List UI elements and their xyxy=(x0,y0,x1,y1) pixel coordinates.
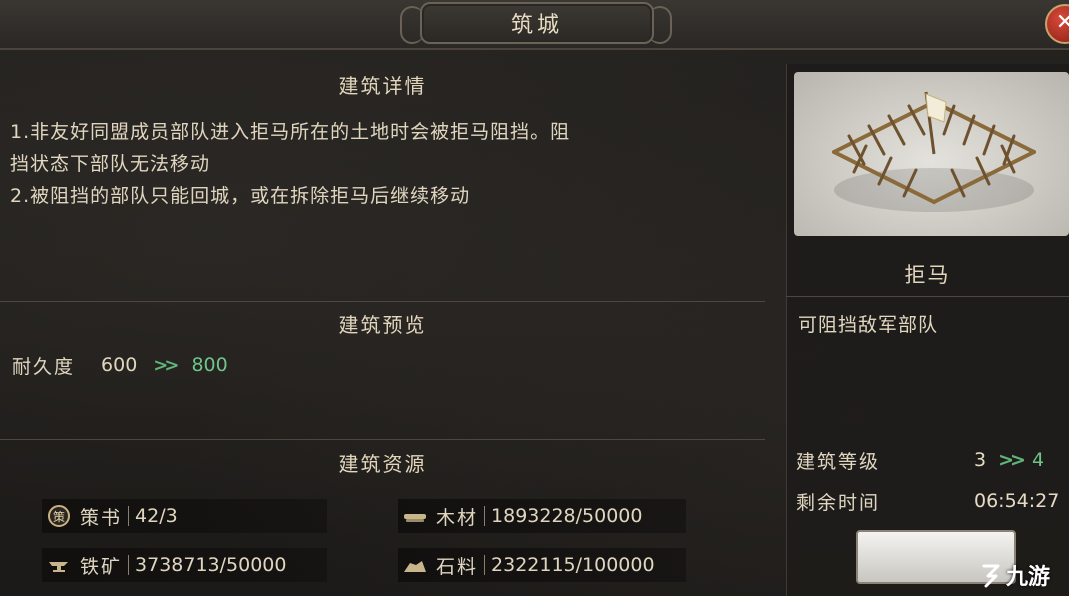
resources-header: 建筑资源 xyxy=(338,451,427,476)
durability-next: 800 xyxy=(191,354,228,376)
building-level-row: 建筑等级 3 >> 4 xyxy=(796,443,1069,477)
level-label: 建筑等级 xyxy=(796,450,881,473)
resource-wood: 木材 1893228/50000 xyxy=(398,499,686,533)
watermark: 九游 xyxy=(978,558,1050,592)
building-name: 拒马 xyxy=(786,252,1069,297)
svg-text:策: 策 xyxy=(53,510,65,524)
separator xyxy=(128,555,130,575)
remaining-value: 06:54:27 xyxy=(974,490,1060,512)
level-values: 3 >> 4 xyxy=(974,449,1044,471)
details-header: 建筑详情 xyxy=(338,73,427,98)
wood-log-icon xyxy=(402,503,428,529)
upgrade-arrow-icon: >> xyxy=(153,354,179,376)
resource-stone: 石料 2322115/100000 xyxy=(398,548,686,582)
book-seal-icon: 策 xyxy=(46,503,72,529)
resource-value: 42/3 xyxy=(135,505,178,527)
durability-row: 耐久度 600 >> 800 xyxy=(12,350,228,380)
watermark-text: 九游 xyxy=(1006,565,1051,590)
remaining-time-row: 剩余时间 06:54:27 xyxy=(796,484,1069,518)
resource-label: 木材 xyxy=(436,506,479,529)
durability-current: 600 xyxy=(101,354,138,376)
resource-value: 1893228/50000 xyxy=(491,505,643,527)
durability-label: 耐久度 xyxy=(12,355,76,378)
level-current: 3 xyxy=(974,449,987,471)
separator xyxy=(128,506,130,526)
stone-icon xyxy=(402,552,428,578)
building-preview-image xyxy=(794,72,1069,236)
preview-header: 建筑预览 xyxy=(338,312,427,337)
level-next: 4 xyxy=(1031,449,1045,471)
separator xyxy=(484,506,486,526)
resource-label: 石料 xyxy=(436,555,479,578)
building-description: 可阻挡敌军部队 xyxy=(798,314,939,336)
window-title: 筑城 xyxy=(420,2,654,44)
anvil-icon xyxy=(46,552,72,578)
remaining-label: 剩余时间 xyxy=(796,491,881,514)
details-line: 2.被阻挡的部队只能回城，或在拆除拒马后继续移动 xyxy=(10,185,471,207)
resource-label: 铁矿 xyxy=(80,555,123,578)
details-line: 1.非友好同盟成员部队进入拒马所在的土地时会被拒马阻挡。阻 xyxy=(10,121,571,143)
close-icon: ✕ xyxy=(1055,10,1069,35)
upgrade-arrow-icon: >> xyxy=(998,449,1026,471)
resource-value: 2322115/100000 xyxy=(491,554,655,576)
details-description: 1.非友好同盟成员部队进入拒马所在的土地时会被拒马阻挡。阻 挡状态下部队无法移动… xyxy=(10,116,760,212)
resource-value: 3738713/50000 xyxy=(135,554,287,576)
resource-iron: 铁矿 3738713/50000 xyxy=(42,548,327,582)
barricade-illustration xyxy=(832,91,1036,212)
watermark-logo-icon xyxy=(982,564,1000,588)
details-line: 挡状态下部队无法移动 xyxy=(10,153,211,175)
resource-book: 策 策书 42/3 xyxy=(42,499,327,533)
separator xyxy=(484,555,486,575)
resource-label: 策书 xyxy=(80,506,123,529)
